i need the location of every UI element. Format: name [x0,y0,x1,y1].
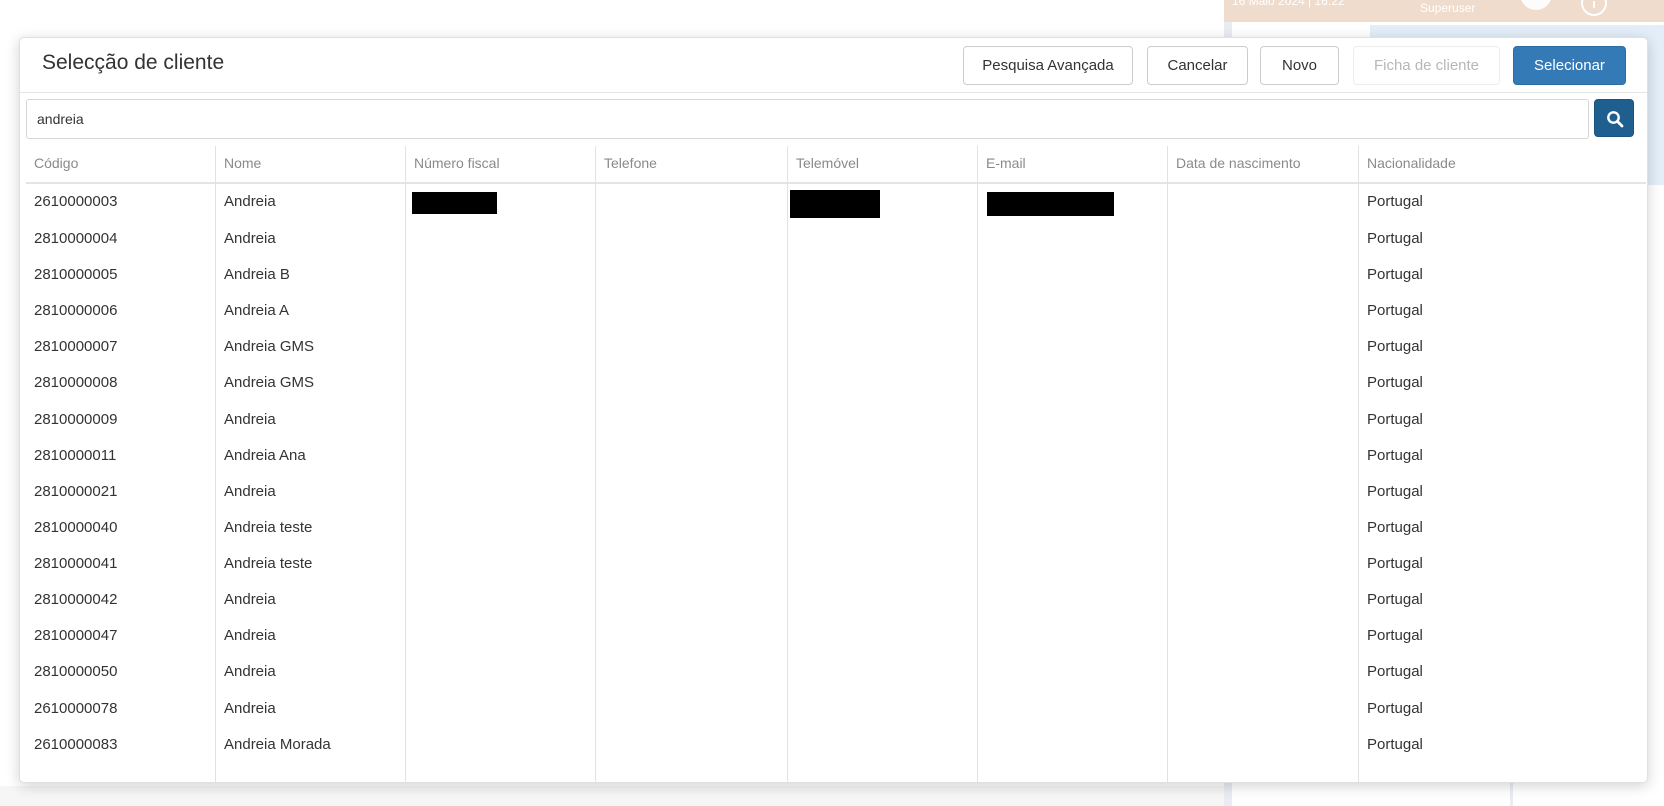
cell-name: Andreia Morada [224,736,331,753]
cell-name: Andreia [224,700,276,717]
cell-nationality: Portugal [1367,374,1423,391]
client-selection-modal: Selecção de cliente Pesquisa Avançada Ca… [19,37,1648,783]
cell-nationality: Portugal [1367,736,1423,753]
cell-nationality: Portugal [1367,447,1423,464]
column-header-mobile[interactable]: Telemóvel [788,146,978,183]
table-row[interactable]: 2610000083 Andreia Morada Portugal [26,726,1646,764]
cell-nationality: Portugal [1367,663,1423,680]
cell-name: Andreia GMS [224,338,315,355]
redacted-email [987,192,1114,216]
cell-nationality: Portugal [1367,700,1423,717]
select-button[interactable]: Selecionar [1513,46,1626,85]
modal-header: Selecção de cliente Pesquisa Avançada Ca… [20,38,1647,93]
background-datetime: 16 Maio 2024 | 16:22 [1232,0,1345,8]
cell-name: Andreia [224,230,276,247]
cell-name: Andreia A [224,302,290,319]
table-row[interactable]: 2810000011 Andreia Ana Portugal [26,437,1646,475]
cell-nationality: Portugal [1367,627,1423,644]
cell-name: Andreia [224,591,276,608]
table-row[interactable]: 2810000009 Andreia Portugal [26,401,1646,439]
modal-title: Selecção de cliente [42,51,225,74]
column-header-birth-date[interactable]: Data de nascimento [1168,146,1359,183]
cell-code: 2810000011 [34,447,117,464]
cell-code: 2810000047 [34,627,118,644]
cell-code: 2610000078 [34,700,118,717]
table-row[interactable]: 2810000041 Andreia teste Portugal [26,545,1646,583]
cell-name: Andreia [224,663,276,680]
table-row[interactable]: 2810000047 Andreia Portugal [26,617,1646,655]
column-header-nationality[interactable]: Nacionalidade [1359,146,1646,183]
cell-code: 2810000042 [34,591,118,608]
cell-code: 2810000041 [34,555,118,572]
redacted-tax-number [412,192,497,214]
client-table: Código Nome Número fiscal Telefone Telemóvel… [26,146,1646,782]
cell-code: 2810000040 [34,519,118,536]
cell-name: Andreia teste [224,555,313,572]
column-header-email[interactable]: E-mail [978,146,1168,183]
table-row[interactable]: 2810000004 Andreia Portugal [26,220,1646,258]
table-row[interactable]: 2610000078 Andreia Portugal [26,690,1646,728]
cell-nationality: Portugal [1367,230,1423,247]
column-header-tax-number[interactable]: Número fiscal [406,146,596,183]
cell-nationality: Portugal [1367,591,1423,608]
search-button[interactable] [1594,99,1634,137]
cell-name: Andreia [224,193,276,210]
table-row[interactable]: 2810000005 Andreia B Portugal [26,256,1646,294]
cell-nationality: Portugal [1367,483,1423,500]
cell-name: Andreia [224,483,276,500]
cell-code: 2810000009 [34,411,118,428]
background-user-label: Superuser [1420,1,1476,15]
cell-nationality: Portugal [1367,411,1423,428]
client-card-button: Ficha de cliente [1353,46,1500,85]
cell-code: 2810000006 [34,302,118,319]
cell-code: 2810000050 [34,663,118,680]
new-client-button[interactable]: Novo [1260,46,1339,85]
table-row[interactable]: 2610000003 Andreia Portugal [26,183,1646,221]
cell-name: Andreia GMS [224,374,315,391]
cell-nationality: Portugal [1367,519,1423,536]
cell-code: 2610000003 [34,193,118,210]
cell-code: 2810000007 [34,338,118,355]
redacted-mobile [790,190,880,218]
table-row[interactable]: 2810000040 Andreia teste Portugal [26,509,1646,547]
table-row[interactable]: 2810000006 Andreia A Portugal [26,292,1646,330]
cell-name: Andreia teste [224,519,313,536]
table-row[interactable]: 2810000007 Andreia GMS Portugal [26,328,1646,366]
search-input[interactable] [26,99,1589,139]
cancel-button[interactable]: Cancelar [1147,46,1248,85]
cell-code: 2810000008 [34,374,118,391]
table-row[interactable]: 2810000042 Andreia Portugal [26,581,1646,619]
cell-nationality: Portugal [1367,302,1423,319]
cell-nationality: Portugal [1367,338,1423,355]
column-header-name[interactable]: Nome [216,146,406,183]
cell-code: 2810000021 [34,483,118,500]
column-header-phone[interactable]: Telefone [596,146,788,183]
background-footer [0,786,1224,806]
cell-nationality: Portugal [1367,555,1423,572]
table-row[interactable]: 2810000050 Andreia Portugal [26,653,1646,691]
column-header-code[interactable]: Código [26,146,216,183]
table-row[interactable]: 2810000008 Andreia GMS Portugal [26,364,1646,402]
cell-nationality: Portugal [1367,266,1423,283]
advanced-search-button[interactable]: Pesquisa Avançada [963,46,1133,85]
cell-name: Andreia Ana [224,447,306,464]
cell-code: 2810000004 [34,230,118,247]
table-row[interactable]: 2810000021 Andreia Portugal [26,473,1646,511]
search-icon [1607,111,1624,128]
cell-name: Andreia [224,411,276,428]
cell-name: Andreia [224,627,276,644]
cell-code: 2610000083 [34,736,118,753]
cell-code: 2810000005 [34,266,118,283]
cell-name: Andreia B [224,266,290,283]
cell-nationality: Portugal [1367,193,1423,210]
